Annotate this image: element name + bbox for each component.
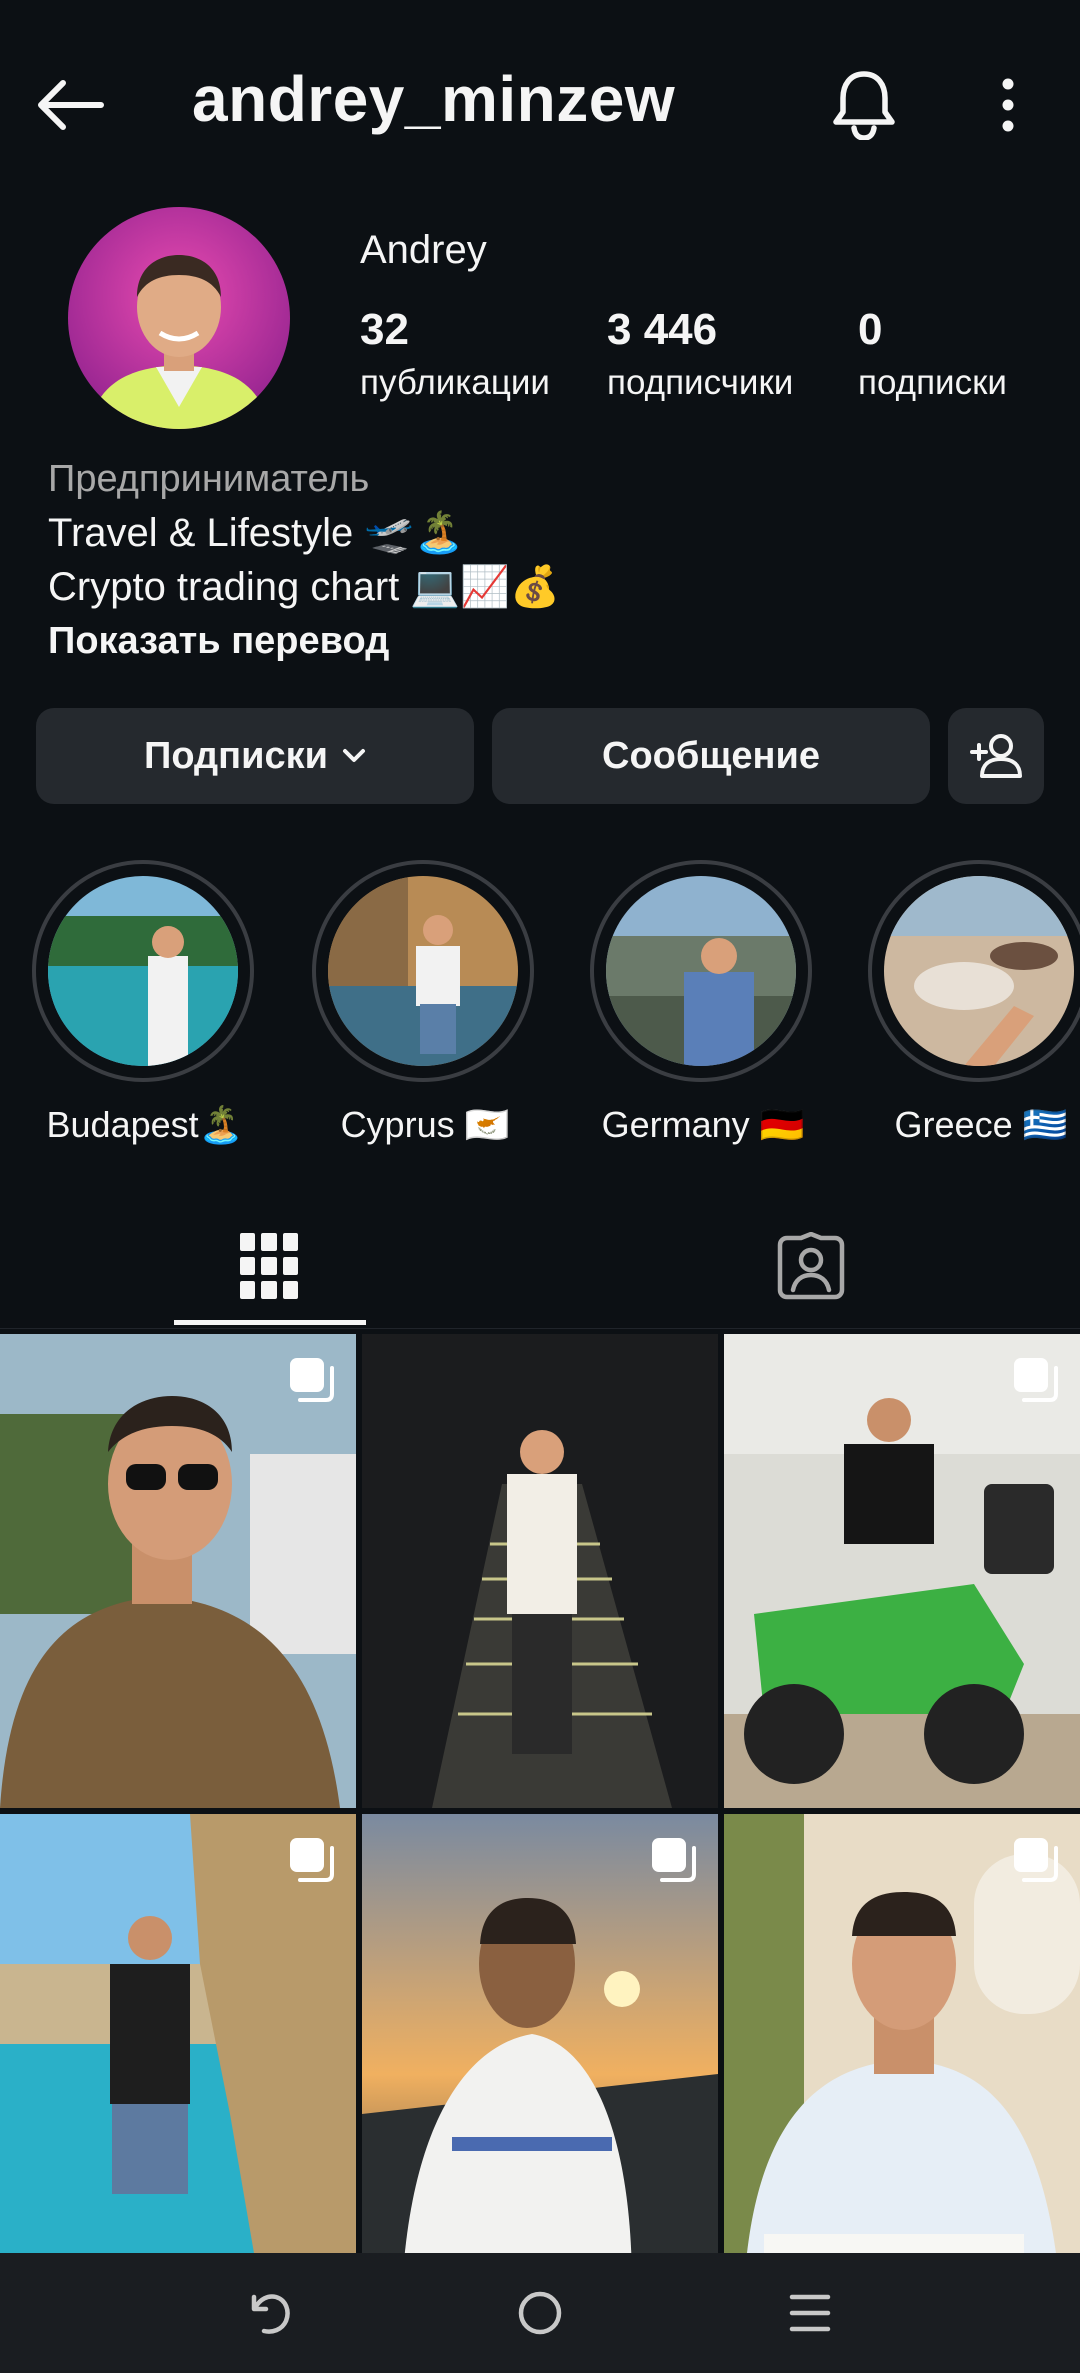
followers-count-stat[interactable]: 3 446 подписчики [607,305,793,403]
highlight-ring [590,860,812,1082]
story-highlight[interactable]: Greece 🇬🇷 [868,860,1080,1146]
profile-category: Предприниматель [48,458,370,500]
show-translation-link[interactable]: Показать перевод [48,614,1048,668]
message-button[interactable]: Сообщение [492,708,930,804]
notifications-button[interactable] [826,64,902,144]
posts-count-stat[interactable]: 32 публикации [360,305,550,403]
story-highlight[interactable]: Cyprus 🇨🇾 [312,860,538,1146]
tab-tagged[interactable] [716,1206,906,1326]
arrow-left-icon [38,80,104,130]
nav-back-icon [251,2294,290,2334]
highlight-ring [868,860,1080,1082]
highlight-label: Cyprus 🇨🇾 [340,1104,510,1145]
post-thumbnail[interactable] [362,1334,718,1808]
highlight-ring [312,860,534,1082]
highlight-cover [884,876,1074,1066]
following-button-label: Подписки [144,734,328,777]
tagged-user-icon [777,1232,845,1300]
profile-bio: Предприниматель Travel & Lifestyle 🛫🏝️ C… [48,452,1048,668]
add-user-icon [970,734,1022,778]
highlight-cover [328,876,518,1066]
profile-display-name: Andrey [360,228,487,272]
following-button[interactable]: Подписки [36,708,474,804]
active-tab-indicator [174,1320,366,1325]
stat-value: 0 [858,305,883,354]
multiple-posts-icon [650,1836,700,1891]
multiple-posts-icon [1012,1836,1062,1891]
stat-label: подписки [858,363,1007,402]
post-thumbnail[interactable] [0,1334,356,1808]
following-count-stat[interactable]: 0 подписки [858,305,1007,403]
more-vertical-icon [1002,78,1014,132]
stat-value: 3 446 [607,305,718,354]
story-highlight[interactable]: Budapest🏝️ [32,860,258,1146]
stat-value: 32 [360,305,409,354]
system-back-button[interactable] [220,2275,320,2351]
chevron-down-icon [342,748,366,764]
bio-line: Travel & Lifestyle 🛫🏝️ [48,511,465,555]
profile-avatar[interactable] [68,207,290,429]
tab-divider [0,1328,1080,1329]
multiple-posts-icon [288,1356,338,1411]
system-recents-button[interactable] [760,2275,860,2351]
back-button[interactable] [30,70,110,140]
more-options-button[interactable] [978,70,1038,140]
stat-label: публикации [360,363,550,402]
grid-icon [240,1233,298,1299]
story-highlight[interactable]: Germany 🇩🇪 [590,860,816,1146]
bell-icon [833,71,895,140]
system-home-button[interactable] [490,2275,590,2351]
post-thumbnail[interactable] [0,1814,356,2288]
highlight-label: Greece 🇬🇷 [894,1104,1068,1145]
post-thumbnail[interactable] [362,1814,718,2288]
highlight-ring [32,860,254,1082]
highlight-label: Germany 🇩🇪 [601,1104,805,1145]
system-navigation-bar [0,2253,1080,2373]
nav-home-icon [518,2291,562,2335]
multiple-posts-icon [1012,1356,1062,1411]
nav-recents-icon [789,2294,831,2332]
highlight-cover [48,876,238,1066]
multiple-posts-icon [288,1836,338,1891]
top-bar: andrey_minzew [0,0,1080,210]
post-thumbnail[interactable] [724,1334,1080,1808]
bio-line: Crypto trading chart 💻📈💰 [48,565,560,609]
highlight-label: Budapest🏝️ [46,1104,244,1145]
highlight-cover [606,876,796,1066]
post-thumbnail[interactable] [724,1814,1080,2288]
profile-username: andrey_minzew [192,63,676,135]
message-button-label: Сообщение [602,734,820,777]
stat-label: подписчики [607,363,794,402]
suggested-users-button[interactable] [948,708,1044,804]
tab-posts-grid[interactable] [174,1206,364,1326]
